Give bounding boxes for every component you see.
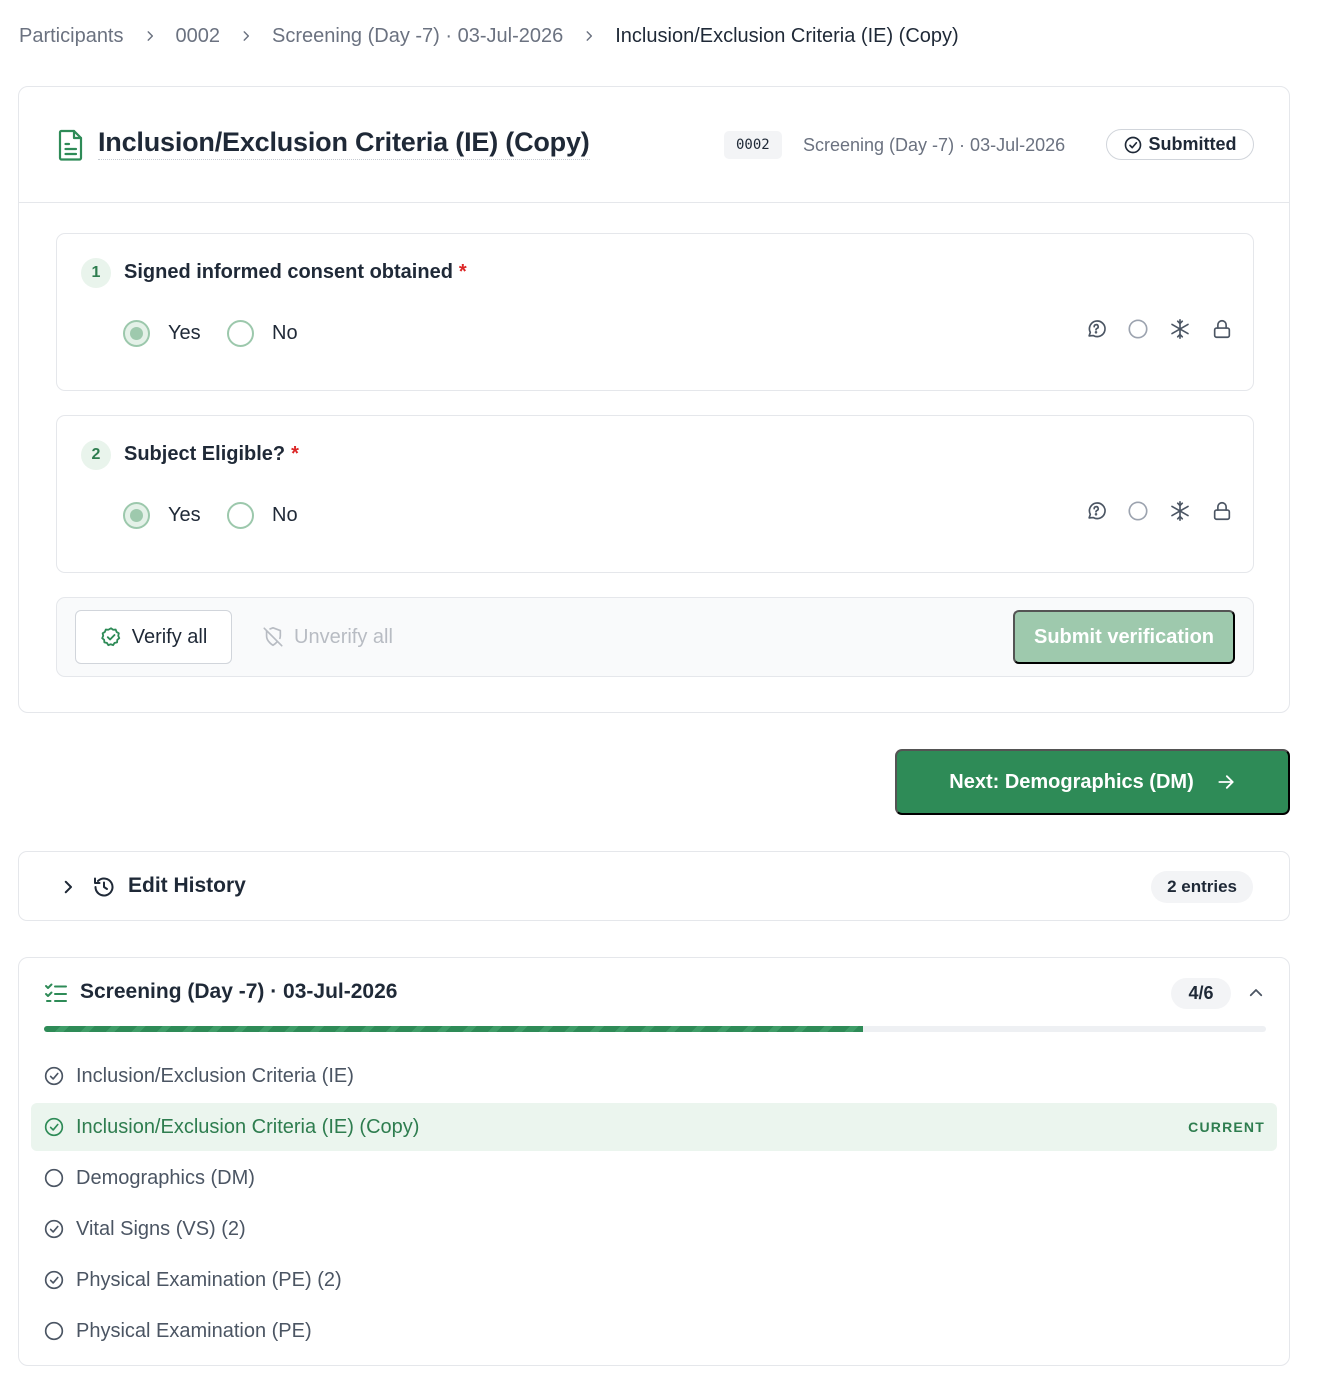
lock-icon[interactable]: [1211, 318, 1233, 340]
visit-form-label: Inclusion/Exclusion Criteria (IE): [76, 1064, 354, 1087]
history-icon: [94, 877, 114, 897]
breadcrumb-current-form: Inclusion/Exclusion Criteria (IE) (Copy): [615, 24, 959, 47]
radio-option-no[interactable]: No: [227, 320, 298, 347]
radio-button-checked[interactable]: [123, 320, 150, 347]
visit-form-label: Physical Examination (PE) (2): [76, 1268, 342, 1291]
lock-icon[interactable]: [1211, 500, 1233, 522]
next-form-button[interactable]: Next: Demographics (DM): [895, 749, 1290, 815]
chevron-right-icon: [64, 880, 72, 894]
verification-bar: Verify all Unverify all Submit verificat…: [56, 597, 1254, 677]
arrow-right-icon: [1218, 775, 1234, 789]
radio-button-checked[interactable]: [123, 502, 150, 529]
chevron-right-icon: [220, 29, 272, 43]
query-icon[interactable]: [1085, 318, 1107, 340]
question-text: Signed informed consent obtained: [124, 261, 453, 283]
history-count-badge: 2 entries: [1151, 871, 1253, 903]
breadcrumb-participants[interactable]: Participants: [19, 25, 124, 48]
visit-forms-panel: Screening (Day -7) · 03-Jul-2026 4/6 Inc…: [18, 957, 1290, 1366]
required-marker: *: [458, 261, 467, 283]
visit-form-item[interactable]: Demographics (DM): [31, 1154, 1277, 1202]
visit-form-label: Inclusion/Exclusion Criteria (IE) (Copy): [76, 1115, 420, 1138]
checklist-icon: [45, 983, 67, 1002]
empty-circle-icon: [44, 1321, 64, 1341]
current-tag: CURRENT: [1188, 1119, 1265, 1135]
document-icon: [57, 129, 85, 161]
form-header: Inclusion/Exclusion Criteria (IE) (Copy)…: [19, 87, 1289, 203]
badge-check-icon: [100, 627, 120, 647]
visit-form-label: Demographics (DM): [76, 1166, 255, 1189]
visit-form-label: Physical Examination (PE): [76, 1319, 312, 1342]
visit-meta: Screening (Day -7) · 03-Jul-2026: [803, 134, 1066, 155]
question-card-1: 1 Signed informed consent obtained * Yes …: [56, 233, 1254, 391]
required-marker: *: [291, 443, 299, 465]
freeze-icon[interactable]: [1169, 318, 1191, 340]
edit-history-toggle[interactable]: Edit History 2 entries: [18, 851, 1290, 921]
radio-option-no[interactable]: No: [227, 502, 298, 529]
check-circle-icon: [44, 1066, 64, 1086]
unverify-all-button[interactable]: Unverify all: [262, 610, 393, 664]
check-circle-icon: [44, 1219, 64, 1239]
freeze-icon[interactable]: [1169, 500, 1191, 522]
next-form-label: Next: Demographics (DM): [949, 770, 1194, 793]
radio-option-yes[interactable]: Yes: [123, 502, 201, 529]
radio-label: No: [272, 322, 298, 344]
edit-history-label: Edit History: [128, 874, 246, 897]
progress-bar-fill: [44, 1026, 863, 1032]
visit-form-item[interactable]: Physical Examination (PE) (2): [31, 1256, 1277, 1304]
unverify-all-label: Unverify all: [294, 625, 393, 648]
participant-id-chip: 0002: [724, 131, 782, 159]
status-badge: Submitted: [1106, 129, 1254, 160]
empty-circle-icon: [44, 1168, 64, 1188]
submit-verification-button[interactable]: Submit verification: [1013, 610, 1235, 664]
visit-form-list: Inclusion/Exclusion Criteria (IE) Inclusi…: [31, 1052, 1277, 1358]
breadcrumb: Participants 0002 Screening (Day -7) · 0…: [19, 22, 959, 50]
verify-circle-icon[interactable]: [1127, 500, 1149, 522]
query-icon[interactable]: [1085, 500, 1107, 522]
visit-form-item[interactable]: Inclusion/Exclusion Criteria (IE): [31, 1052, 1277, 1100]
question-label: Signed informed consent obtained *: [124, 261, 467, 284]
status-text: Submitted: [1148, 134, 1237, 154]
visit-title: Screening (Day -7) · 03-Jul-2026: [80, 980, 398, 1003]
question-text: Subject Eligible?: [124, 443, 286, 465]
visit-form-label: Vital Signs (VS) (2): [76, 1217, 246, 1240]
visit-form-item[interactable]: Vital Signs (VS) (2): [31, 1205, 1277, 1253]
radio-label: Yes: [168, 504, 201, 526]
chevron-right-icon: [563, 29, 615, 43]
question-number: 1: [81, 258, 111, 288]
check-circle-icon: [44, 1117, 64, 1137]
progress-bar: [44, 1026, 1266, 1032]
check-circle-icon: [1124, 136, 1141, 153]
question-card-2: 2 Subject Eligible? * Yes No: [56, 415, 1254, 573]
verify-all-button[interactable]: Verify all: [75, 610, 232, 664]
breadcrumb-visit[interactable]: Screening (Day -7) · 03-Jul-2026: [272, 25, 563, 48]
check-circle-icon: [44, 1270, 64, 1290]
question-number: 2: [81, 440, 111, 470]
breadcrumb-participant-id[interactable]: 0002: [176, 25, 221, 48]
radio-button[interactable]: [227, 502, 254, 529]
form-title: Inclusion/Exclusion Criteria (IE) (Copy): [98, 127, 590, 160]
visit-form-item[interactable]: Physical Examination (PE): [31, 1307, 1277, 1355]
field-tools: [1085, 318, 1233, 340]
radio-button[interactable]: [227, 320, 254, 347]
verify-circle-icon[interactable]: [1127, 318, 1149, 340]
field-tools: [1085, 500, 1233, 522]
radio-option-yes[interactable]: Yes: [123, 320, 201, 347]
verify-all-label: Verify all: [131, 625, 208, 648]
chevron-right-icon: [124, 29, 176, 43]
radio-label: No: [272, 504, 298, 526]
visit-form-item[interactable]: Inclusion/Exclusion Criteria (IE) (Copy)…: [31, 1103, 1277, 1151]
question-label: Subject Eligible? *: [124, 443, 299, 466]
shield-off-icon: [263, 627, 283, 647]
chevron-up-icon[interactable]: [1247, 984, 1265, 1002]
form-card: Inclusion/Exclusion Criteria (IE) (Copy)…: [18, 86, 1290, 713]
progress-count-badge: 4/6: [1171, 978, 1231, 1009]
radio-label: Yes: [168, 322, 201, 344]
